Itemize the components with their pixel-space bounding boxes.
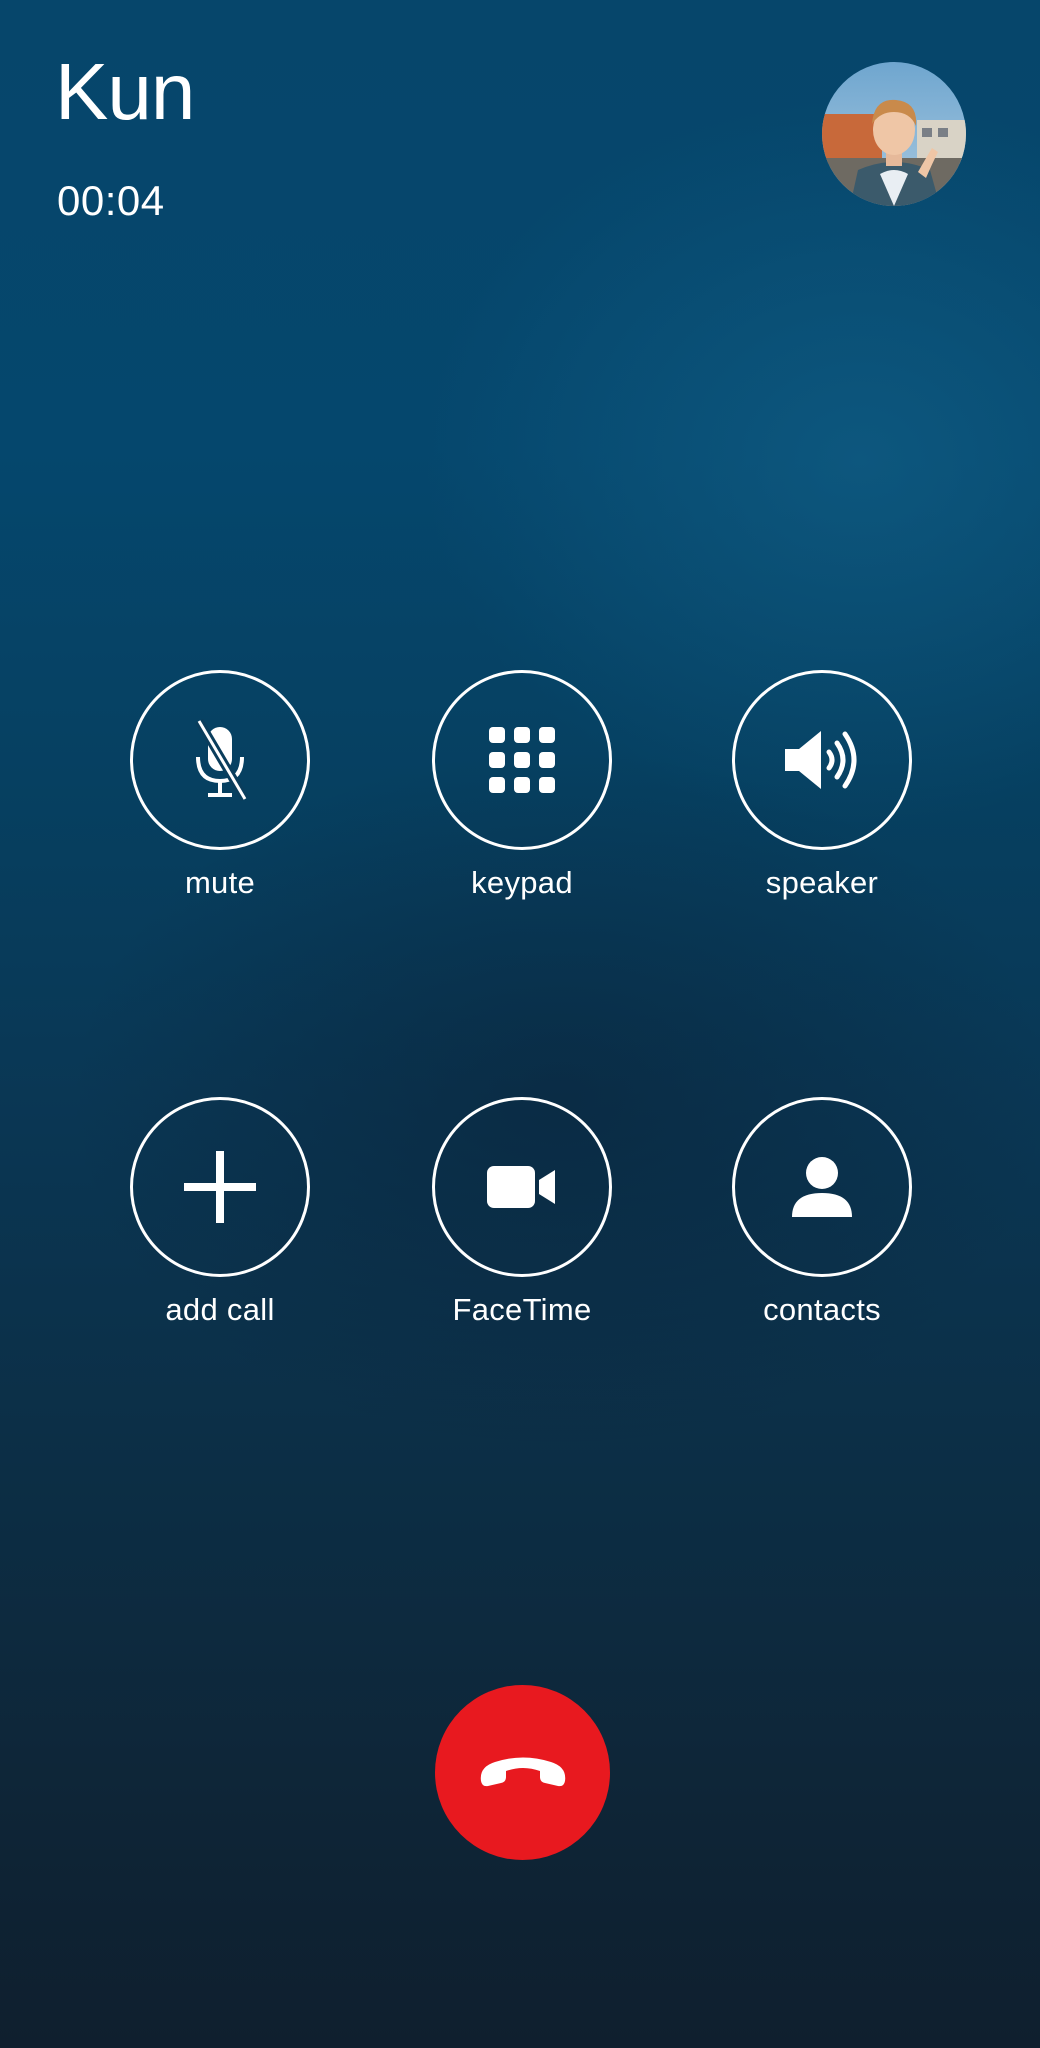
plus-icon	[184, 1151, 256, 1223]
add-call-button[interactable]	[130, 1097, 310, 1277]
mute-label: mute	[184, 865, 256, 900]
keypad-grid-icon	[489, 727, 555, 793]
add-call-label: add call	[165, 1292, 275, 1327]
contacts-button[interactable]	[732, 1097, 912, 1277]
mute-button[interactable]	[130, 670, 310, 850]
add-call-control: add call	[70, 1097, 370, 1328]
keypad-button[interactable]	[432, 670, 612, 850]
caller-avatar	[822, 62, 966, 206]
caller-name: Kun	[55, 47, 195, 136]
video-camera-icon	[487, 1166, 555, 1208]
contacts-control: contacts	[672, 1097, 972, 1328]
call-duration: 00:04	[57, 177, 165, 224]
mic-slash-icon	[195, 718, 249, 802]
mute-control: mute	[70, 670, 370, 901]
keypad-label: keypad	[471, 865, 573, 900]
in-call-screen: Kun 00:04 mute keypad speaker add call F…	[0, 0, 1040, 2048]
end-call-button[interactable]	[435, 1685, 610, 1860]
facetime-button[interactable]	[432, 1097, 612, 1277]
phone-hangup-icon	[480, 1757, 565, 1786]
person-icon	[792, 1157, 852, 1217]
speaker-button[interactable]	[732, 670, 912, 850]
facetime-control: FaceTime	[372, 1097, 672, 1328]
facetime-label: FaceTime	[452, 1292, 592, 1327]
keypad-control: keypad	[372, 670, 672, 901]
speaker-control: speaker	[672, 670, 972, 901]
contacts-label: contacts	[763, 1292, 881, 1327]
speaker-label: speaker	[765, 865, 879, 900]
speaker-icon	[785, 731, 857, 789]
